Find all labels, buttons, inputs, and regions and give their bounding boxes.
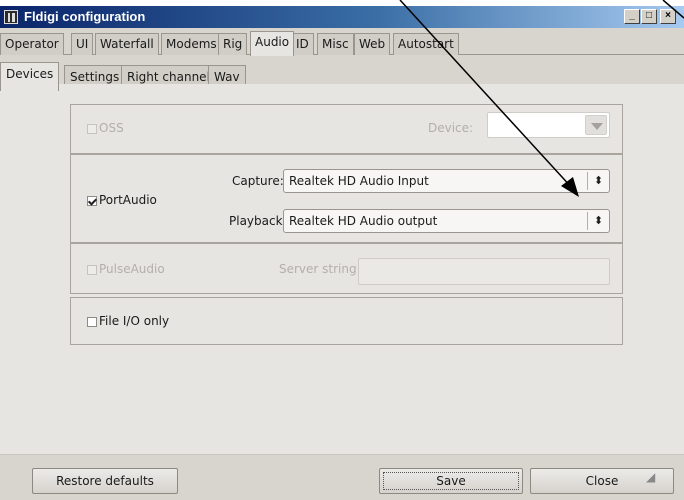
fileio-checkbox[interactable] [87,317,97,327]
pulseaudio-checkbox[interactable] [87,265,97,275]
fileio-label: File I/O only [99,314,170,328]
tab-ui[interactable]: UI [71,33,94,55]
subtab-devices[interactable]: Devices [0,62,60,91]
resize-grip-icon[interactable]: ◢ [646,470,664,484]
tab-operator[interactable]: Operator [0,33,64,55]
playback-label: Playback: [229,214,287,228]
window-title: Fldigi configuration [24,9,146,24]
tab-rig[interactable]: Rig [218,33,248,55]
minimize-button[interactable]: _ [624,9,640,24]
tab-misc[interactable]: Misc [317,33,354,55]
main-tabs: Operator UI Waterfall Modems Rig Audio I… [0,29,684,56]
portaudio-label: PortAudio [99,193,157,207]
tab-modems[interactable]: Modems [161,33,222,55]
title-bar[interactable]: Fldigi configuration _ □ × [0,6,684,28]
capture-value: Realtek HD Audio Input [289,174,429,188]
chevron-down-icon [585,115,607,135]
maximize-button[interactable]: □ [641,9,657,24]
close-window-button[interactable]: × [660,9,676,24]
tab-audio[interactable]: Audio [250,31,295,56]
server-string-input[interactable] [358,258,610,285]
playback-select[interactable]: Realtek HD Audio output ⬍ [283,209,610,233]
tab-id[interactable]: ID [291,33,314,55]
tab-web[interactable]: Web [354,33,391,55]
tab-waterfall[interactable]: Waterfall [95,33,159,55]
restore-defaults-button[interactable]: Restore defaults [32,468,178,494]
spin-updown-icon: ⬍ [587,172,609,190]
oss-label: OSS [99,121,124,135]
capture-select[interactable]: Realtek HD Audio Input ⬍ [283,169,610,193]
pulseaudio-label: PulseAudio [99,262,165,276]
playback-value: Realtek HD Audio output [289,214,438,228]
tab-autostart[interactable]: Autostart [393,33,459,55]
spin-updown-icon: ⬍ [587,212,609,230]
save-button[interactable]: Save [379,468,523,494]
app-icon [4,10,18,24]
oss-device-select[interactable] [487,112,610,138]
oss-checkbox[interactable] [87,124,97,134]
portaudio-checkbox[interactable] [87,196,97,206]
device-label: Device: [428,121,474,135]
server-string-label: Server string: [279,262,361,276]
footer-bar: Restore defaults Save Close [0,454,684,500]
capture-label: Capture: [232,174,284,188]
